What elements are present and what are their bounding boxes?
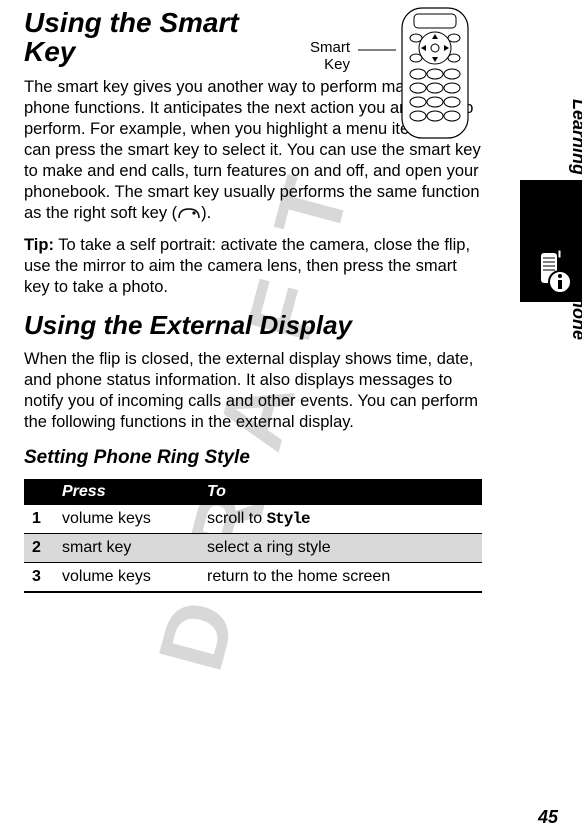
table-row: 2 smart key select a ring style bbox=[24, 534, 482, 563]
smart-key-callout-label: Smart Key bbox=[310, 40, 350, 73]
heading-ring-style: Setting Phone Ring Style bbox=[24, 447, 482, 469]
step-to: scroll to Style bbox=[199, 505, 482, 534]
table-head-to: To bbox=[199, 479, 482, 505]
step-press: smart key bbox=[54, 534, 199, 563]
step-number: 1 bbox=[24, 505, 54, 534]
content-area: Using the Smart Key Smart Key bbox=[0, 0, 510, 601]
callout-line1: Smart bbox=[310, 39, 350, 56]
tip-label: Tip: bbox=[24, 236, 54, 254]
phone-icon bbox=[396, 6, 474, 140]
step-number: 3 bbox=[24, 563, 54, 593]
step-press: volume keys bbox=[54, 563, 199, 593]
step-to-prefix: scroll to bbox=[207, 510, 267, 527]
callout-line-icon bbox=[358, 47, 398, 53]
table-row: 3 volume keys return to the home screen bbox=[24, 563, 482, 593]
steps-table: Press To 1 volume keys scroll to Style 2… bbox=[24, 479, 482, 593]
section-title-vertical: Learning to Use Your Phone bbox=[568, 99, 582, 340]
heading-external-display: Using the External Display bbox=[24, 310, 482, 341]
tip-text: To take a self portrait: activate the ca… bbox=[24, 236, 470, 296]
step-press: volume keys bbox=[54, 505, 199, 534]
callout-line2: Key bbox=[324, 56, 350, 73]
right-rail: Learning to Use Your Phone bbox=[518, 180, 582, 820]
step-to: select a ring style bbox=[199, 534, 482, 563]
p1-end: ). bbox=[201, 204, 211, 222]
table-head-row: Press To bbox=[24, 479, 482, 505]
paragraph-tip: Tip: To take a self portrait: activate t… bbox=[24, 235, 482, 298]
page-number: 45 bbox=[538, 807, 558, 828]
table-head-press: Press bbox=[54, 479, 199, 505]
table-row: 1 volume keys scroll to Style bbox=[24, 505, 482, 534]
paragraph-external-display: When the flip is closed, the external di… bbox=[24, 349, 482, 433]
step-number: 2 bbox=[24, 534, 54, 563]
table-head-blank bbox=[24, 479, 54, 505]
step-to: return to the home screen bbox=[199, 563, 482, 593]
phone-figure: Smart Key bbox=[274, 6, 474, 146]
right-softkey-icon bbox=[177, 206, 201, 220]
heading-smart-key: Using the Smart Key bbox=[24, 8, 264, 67]
menu-style-text: Style bbox=[267, 510, 310, 528]
